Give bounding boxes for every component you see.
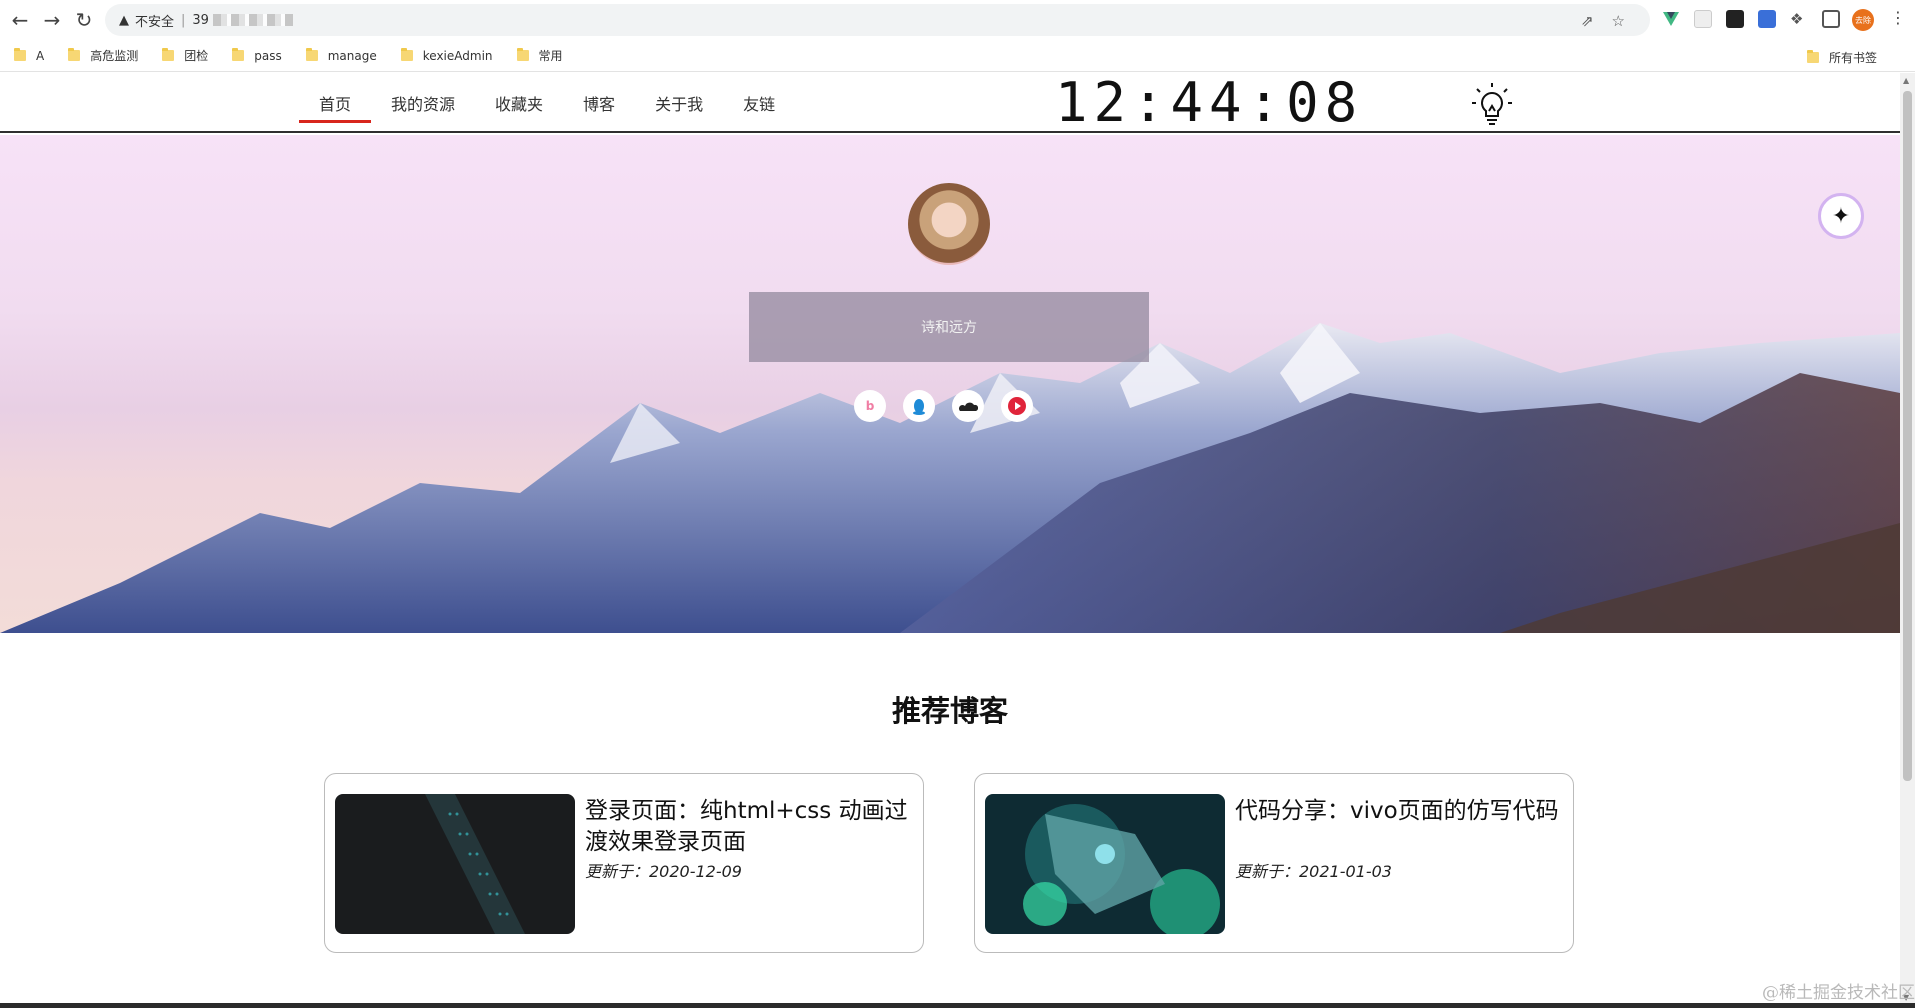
folder-icon [305, 48, 318, 61]
blurred-url [212, 14, 293, 26]
bookmark-label: 团检 [184, 49, 209, 63]
browser-toolbar: ← → ↻ ▲ 不安全 | 39 ⇗ ☆ ❖ 去除 ⋮ [0, 0, 1915, 40]
address-bar[interactable]: ▲ 不安全 | 39 [105, 4, 1650, 36]
bookmark-label: manage [327, 48, 377, 63]
music-icon[interactable] [1001, 390, 1033, 422]
folder-icon [1806, 50, 1819, 63]
forward-icon[interactable]: → [36, 4, 68, 36]
folder-icon [400, 48, 413, 61]
nav-about[interactable]: 关于我 [635, 73, 723, 133]
cloud-icon[interactable] [952, 390, 984, 422]
bookmark-label: 高危监测 [90, 49, 139, 63]
floating-menu-icon[interactable]: ✦ [1818, 193, 1864, 239]
url-text: 39 [192, 12, 209, 28]
folder-icon [232, 48, 245, 61]
bookmark-a[interactable]: A [14, 48, 45, 63]
back-icon[interactable]: ← [4, 4, 36, 36]
nav-links[interactable]: 友链 [723, 73, 795, 133]
card-thumbnail [985, 794, 1225, 934]
window-bottom-edge [0, 1003, 1915, 1008]
qq-icon[interactable] [903, 390, 935, 422]
bookmark-check[interactable]: 团检 [162, 47, 208, 64]
extension-icon[interactable] [1694, 10, 1712, 28]
bookmark-common[interactable]: 常用 [516, 47, 563, 64]
folder-icon [162, 48, 175, 61]
extension-icon[interactable] [1726, 10, 1744, 28]
reload-icon[interactable]: ↻ [68, 4, 100, 36]
card-date: 更新于：2021-01-03 [1235, 862, 1392, 881]
vue-devtools-icon[interactable] [1662, 10, 1680, 28]
avatar[interactable] [908, 183, 990, 265]
watermark: @稀土掘金技术社区 [1762, 983, 1915, 1003]
all-bookmarks-label: 所有书签 [1828, 51, 1877, 65]
social-links: b [854, 390, 1033, 422]
folder-icon [68, 48, 81, 61]
bookmark-label: kexieAdmin [422, 48, 493, 63]
bookmark-label: 常用 [538, 49, 563, 63]
bookmark-kexieadmin[interactable]: kexieAdmin [400, 48, 493, 63]
security-label: 不安全 [135, 14, 175, 30]
card-title[interactable]: 登录页面：纯html+css 动画过渡效果登录页面 [585, 796, 915, 858]
card-title[interactable]: 代码分享：vivo页面的仿写代码 [1235, 796, 1565, 827]
lightbulb-icon[interactable] [1468, 81, 1516, 129]
nav-blog[interactable]: 博客 [563, 73, 635, 133]
motto-text: 诗和远方 [921, 320, 977, 336]
bookmark-pass[interactable]: pass [232, 48, 282, 63]
share-icon[interactable]: ⇗ [1581, 12, 1594, 30]
digital-clock: 12:44:08 [1055, 73, 1364, 134]
top-navigation: 首页 我的资源 收藏夹 博客 关于我 友链 12:44:08 [0, 73, 1900, 133]
nav-home[interactable]: 首页 [299, 73, 372, 133]
scroll-up-icon[interactable]: ▲ [1903, 76, 1909, 85]
hero-banner: 诗和远方 b ✦ [0, 135, 1900, 633]
website: 首页 我的资源 收藏夹 博客 关于我 友链 12:44:08 诗和远方 b ✦ … [0, 73, 1900, 1008]
more-menu-icon[interactable]: ⋮ [1890, 8, 1906, 27]
extension-icon[interactable] [1758, 10, 1776, 28]
bilibili-icon[interactable]: b [854, 390, 886, 422]
blog-card[interactable]: 登录页面：纯html+css 动画过渡效果登录页面 更新于：2020-12-09 [324, 773, 924, 953]
bookmark-label: pass [254, 48, 282, 63]
all-bookmarks[interactable]: 所有书签 [1806, 49, 1877, 66]
card-thumbnail [335, 794, 575, 934]
address-actions: ⇗ ☆ [1581, 12, 1625, 30]
section-title: 推荐博客 [891, 694, 1008, 728]
warning-icon: ▲ [119, 12, 129, 28]
profile-avatar[interactable]: 去除 [1852, 9, 1874, 31]
nav-resources[interactable]: 我的资源 [371, 73, 475, 133]
puzzle-icon[interactable]: ❖ [1790, 10, 1808, 28]
bookmark-manage[interactable]: manage [305, 48, 377, 63]
nav-favorites[interactable]: 收藏夹 [475, 73, 563, 133]
motto-banner[interactable]: 诗和远方 [749, 292, 1149, 362]
bookmark-label: A [36, 48, 45, 63]
star-icon[interactable]: ☆ [1612, 12, 1625, 30]
bookmarks-bar: A 高危监测 团检 pass manage kexieAdmin 常用 所有书签 [0, 40, 1915, 72]
address-separator: | [181, 12, 186, 28]
blog-card[interactable]: 代码分享：vivo页面的仿写代码 更新于：2021-01-03 [974, 773, 1574, 953]
card-date: 更新于：2020-12-09 [585, 862, 742, 881]
bookmark-monitor[interactable]: 高危监测 [68, 47, 138, 64]
page-scrollbar[interactable]: ▲ ▼ [1900, 73, 1915, 1008]
scroll-thumb[interactable] [1903, 91, 1912, 781]
folder-icon [516, 48, 529, 61]
nav-menu: 首页 我的资源 收藏夹 博客 关于我 友链 [299, 73, 795, 133]
side-panel-icon[interactable] [1822, 10, 1840, 28]
folder-icon [14, 48, 26, 61]
